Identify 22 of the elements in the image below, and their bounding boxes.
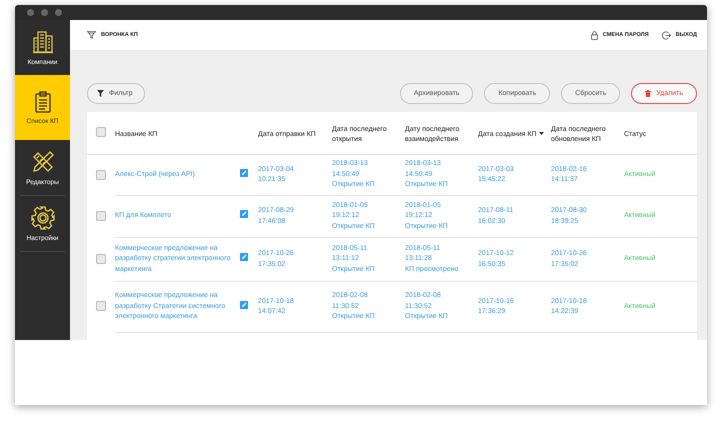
window-dot[interactable]: [55, 9, 62, 16]
lock-icon: [590, 30, 598, 40]
clipboard-icon: [34, 90, 50, 112]
select-all-checkbox[interactable]: [96, 127, 106, 138]
edit-icon[interactable]: [240, 253, 248, 262]
logout-icon: [662, 30, 671, 40]
funnel-icon: [97, 90, 104, 97]
row-checkbox[interactable]: [96, 254, 106, 264]
edit-icon[interactable]: [240, 210, 248, 218]
trash-icon: [645, 90, 652, 97]
edit-icon[interactable]: [240, 168, 248, 177]
gear-icon: [30, 206, 54, 230]
row-checkbox[interactable]: [96, 210, 106, 221]
funnel-icon: [87, 31, 96, 39]
edit-icon[interactable]: [240, 300, 248, 309]
row-checkbox[interactable]: [96, 170, 106, 180]
pencil-ruler-icon: [30, 150, 54, 174]
window-dot[interactable]: [27, 9, 34, 16]
buildings-icon: [32, 30, 54, 54]
row-checkbox[interactable]: [96, 301, 106, 312]
window-dot[interactable]: [41, 9, 48, 16]
sort-caret-icon: [538, 132, 544, 136]
